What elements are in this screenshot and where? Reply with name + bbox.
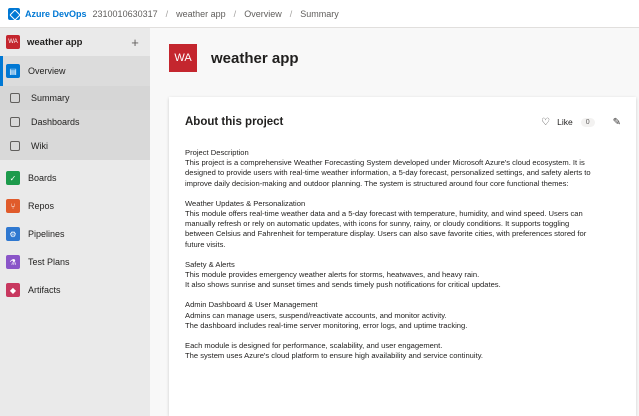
- desc-line: The dashboard includes real-time server …: [185, 320, 468, 330]
- sidebar-item-dashboards[interactable]: Dashboards: [0, 110, 150, 134]
- sidebar-item-test-plans[interactable]: ⚗ Test Plans: [0, 250, 150, 274]
- sidebar-item-label: Overview: [28, 66, 66, 76]
- about-title: About this project: [185, 116, 284, 128]
- desc-line: Each module is designed for performance,…: [185, 341, 443, 351]
- breadcrumb-separator: /: [165, 8, 169, 19]
- sidebar-item-label: Artifacts: [28, 285, 61, 295]
- sidebar-item-overview[interactable]: ▤ Overview: [0, 56, 150, 86]
- breadcrumb-page[interactable]: Summary: [300, 9, 339, 19]
- like-count-badge: 0: [580, 117, 595, 127]
- brand-link[interactable]: Azure DevOps: [25, 9, 87, 19]
- project-name[interactable]: weather app: [27, 37, 126, 48]
- desc-line: It also shows sunrise and sunset times a…: [185, 280, 501, 290]
- wiki-icon: [10, 141, 20, 151]
- project-header-main: WA weather app: [150, 28, 639, 88]
- pipelines-icon: ⚙: [6, 227, 20, 241]
- breadcrumb-org[interactable]: 2310010630317: [93, 9, 158, 19]
- sidebar: WA weather app + ▤ Overview Summary Dash…: [0, 28, 150, 416]
- heart-icon: ♡: [541, 116, 551, 128]
- sidebar-item-label: Summary: [31, 93, 70, 103]
- project-avatar: WA: [6, 35, 20, 49]
- sidebar-item-summary[interactable]: Summary: [0, 86, 150, 110]
- desc-line: designed to provide users with real-time…: [185, 168, 591, 178]
- sidebar-item-label: Repos: [28, 201, 55, 211]
- sidebar-item-wiki[interactable]: Wiki: [0, 134, 150, 158]
- project-description: Project Description This project is a co…: [185, 148, 621, 361]
- project-header[interactable]: WA weather app +: [0, 28, 150, 56]
- project-tile-avatar: WA: [169, 44, 197, 72]
- desc-line: This module offers real-time weather dat…: [185, 209, 583, 219]
- like-button[interactable]: ♡ Like 0: [541, 116, 595, 128]
- overview-icon: ▤: [6, 64, 20, 78]
- sidebar-item-label: Boards: [28, 173, 57, 183]
- artifacts-icon: ◆: [6, 283, 20, 297]
- desc-line: future visits.: [185, 239, 226, 249]
- desc-line: Admins can manage users, suspend/reactiv…: [185, 310, 447, 320]
- breadcrumb-project[interactable]: weather app: [176, 9, 226, 19]
- add-icon[interactable]: +: [126, 35, 144, 50]
- desc-line: This module provides emergency weather a…: [185, 270, 480, 280]
- desc-line: Safety & Alerts: [185, 259, 235, 269]
- sidebar-item-label: Dashboards: [31, 117, 80, 127]
- sidebar-item-artifacts[interactable]: ◆ Artifacts: [0, 278, 150, 302]
- main-content: WA weather app About this project ♡ Like…: [150, 28, 639, 416]
- desc-line: improve daily decision-making and outdoo…: [185, 178, 569, 188]
- breadcrumb-separator: /: [289, 8, 293, 19]
- azure-devops-logo-icon[interactable]: [8, 7, 20, 20]
- top-bar: Azure DevOps 2310010630317 / weather app…: [0, 0, 639, 28]
- sidebar-item-label: Pipelines: [28, 229, 65, 239]
- like-label: Like: [557, 117, 573, 127]
- overview-group: ▤ Overview Summary Dashboards Wiki: [0, 56, 150, 160]
- breadcrumb-section[interactable]: Overview: [244, 9, 282, 19]
- breadcrumb-separator: /: [233, 8, 237, 19]
- sidebar-item-label: Test Plans: [28, 257, 70, 267]
- sidebar-item-repos[interactable]: ⑂ Repos: [0, 194, 150, 218]
- desc-line: Weather Updates & Personalization: [185, 198, 306, 208]
- summary-icon: [10, 93, 20, 103]
- desc-line: The system uses Azure's cloud platform t…: [185, 351, 484, 361]
- about-card: About this project ♡ Like 0 ✎ Project De…: [169, 97, 636, 416]
- desc-line: manually refresh or rely on automatic up…: [185, 219, 570, 229]
- dashboards-icon: [10, 117, 20, 127]
- about-card-header: About this project ♡ Like 0 ✎: [185, 114, 621, 130]
- boards-icon: ✓: [6, 171, 20, 185]
- test-plans-icon: ⚗: [6, 255, 20, 269]
- sidebar-item-label: Wiki: [31, 141, 48, 151]
- desc-line: Project Description: [185, 148, 249, 157]
- desc-line: Admin Dashboard & User Management: [185, 300, 318, 310]
- sidebar-item-pipelines[interactable]: ⚙ Pipelines: [0, 222, 150, 246]
- edit-pencil-icon[interactable]: ✎: [613, 117, 621, 128]
- sidebar-item-boards[interactable]: ✓ Boards: [0, 166, 150, 190]
- repos-icon: ⑂: [6, 199, 20, 213]
- page-title: weather app: [211, 49, 299, 67]
- desc-line: This project is a comprehensive Weather …: [185, 158, 585, 168]
- desc-line: between Celsius and Fahrenheit for tempe…: [185, 229, 587, 239]
